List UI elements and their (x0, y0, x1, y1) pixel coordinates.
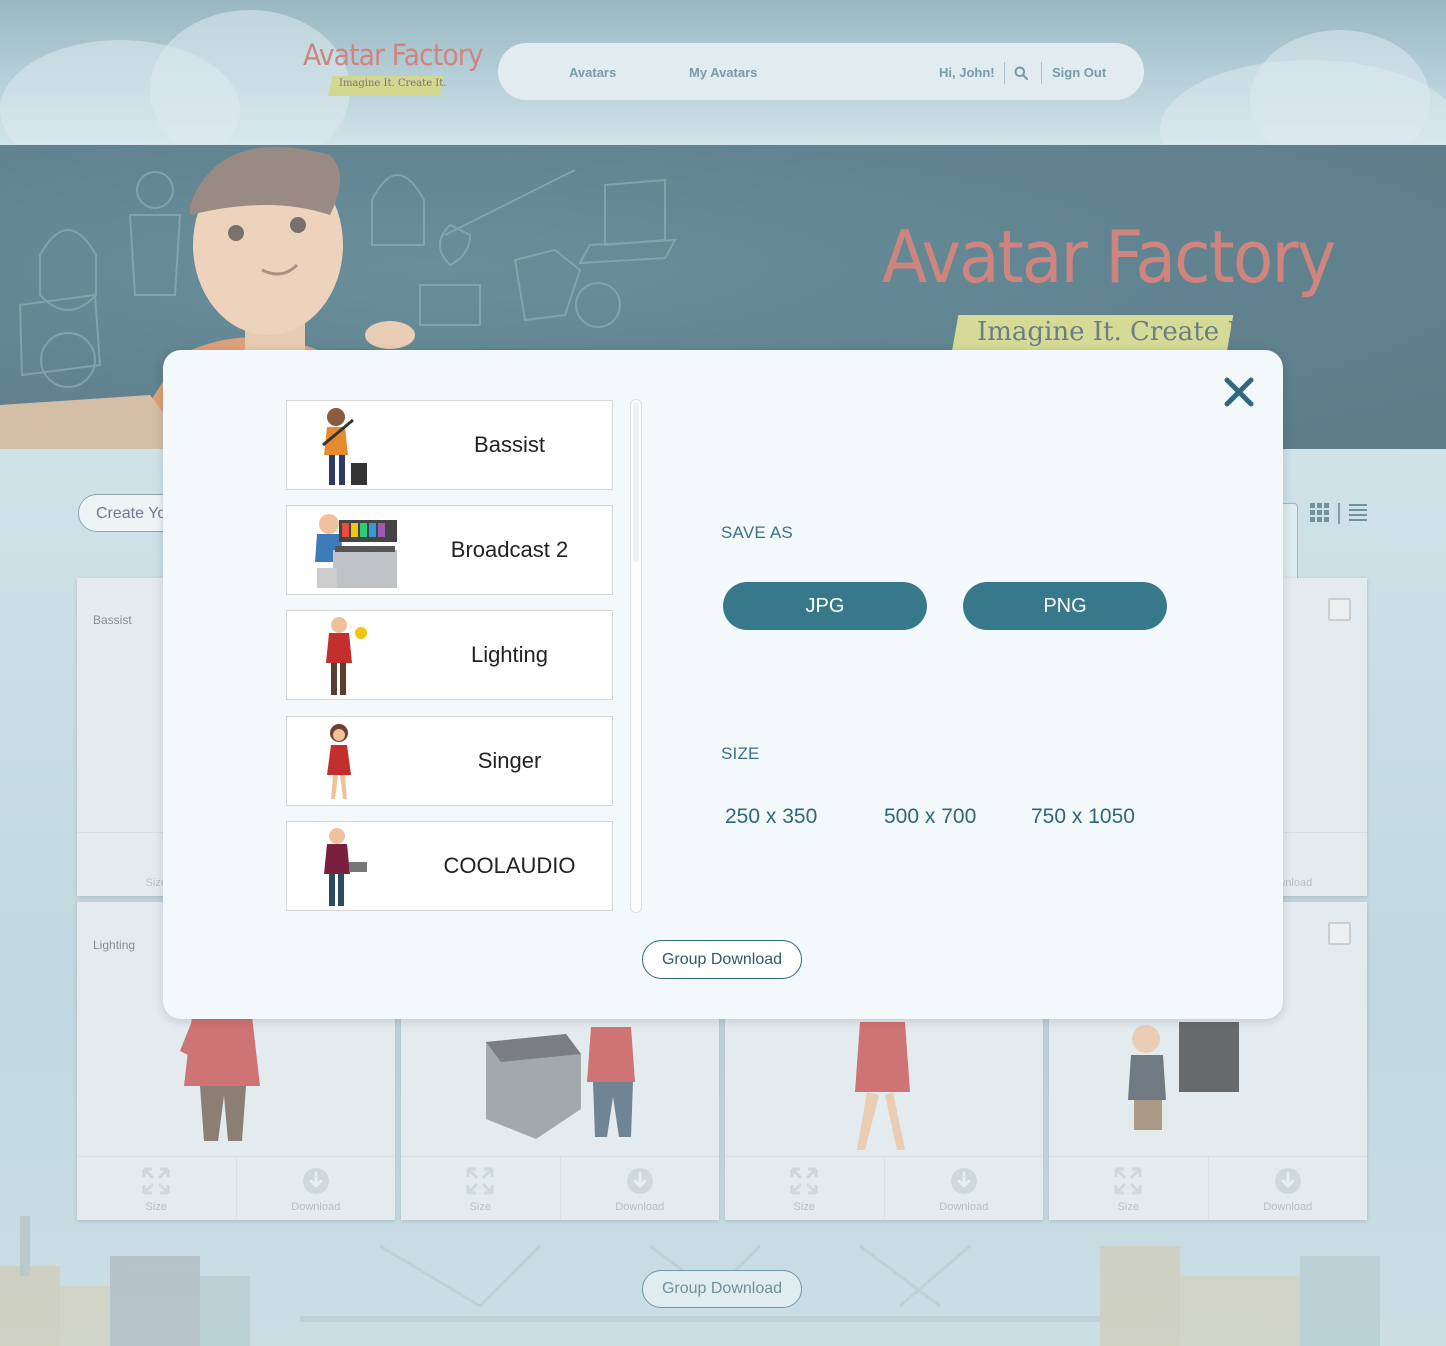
list-scrollbar[interactable] (630, 399, 642, 913)
group-download-button[interactable]: Group Download (642, 940, 802, 979)
save-as-label: SAVE AS (721, 523, 793, 542)
list-item[interactable]: Broadcast 2 (286, 505, 613, 595)
list-item[interactable]: Bassist (286, 400, 613, 490)
size-option-large[interactable]: 750 x 1050 (1031, 805, 1135, 829)
list-item-name: COOLAUDIO (443, 853, 576, 878)
list-item-name: Bassist (474, 432, 545, 457)
list-item[interactable]: Singer (286, 716, 613, 806)
bassist-thumbnail (322, 408, 367, 485)
size-label: SIZE (721, 744, 760, 763)
list-item[interactable]: Lighting (286, 610, 613, 700)
png-button[interactable]: PNG (963, 582, 1167, 630)
size-option-small[interactable]: 250 x 350 (725, 805, 817, 829)
coolaudio-thumbnail (324, 828, 367, 906)
download-modal: Bassist Broadcast 2 Lighting Singer COOL… (163, 350, 1283, 1019)
size-option-medium[interactable]: 500 x 700 (884, 805, 976, 829)
close-icon[interactable] (1219, 372, 1259, 412)
selected-avatars-list: Bassist Broadcast 2 Lighting Singer COOL… (286, 400, 613, 915)
singer-thumbnail (327, 724, 351, 799)
jpg-button[interactable]: JPG (723, 582, 927, 630)
list-item-name: Lighting (470, 642, 549, 667)
list-item[interactable]: COOLAUDIO (286, 821, 613, 911)
list-scrollbar-thumb[interactable] (633, 402, 639, 562)
broadcast-thumbnail (315, 514, 397, 588)
lighting-thumbnail (326, 617, 367, 695)
list-item-name: Singer (477, 748, 542, 773)
list-item-name: Broadcast 2 (450, 537, 569, 562)
